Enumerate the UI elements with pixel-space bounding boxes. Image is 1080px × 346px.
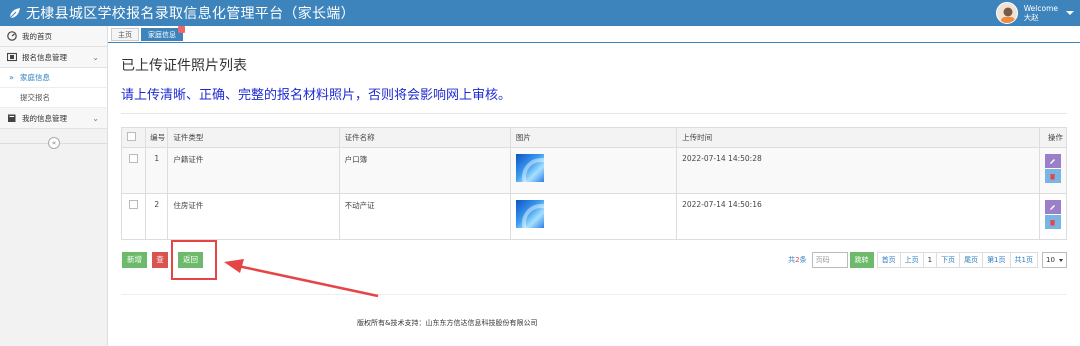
cell-type: 户籍证件 <box>167 147 340 194</box>
select-all-checkbox[interactable] <box>127 132 136 141</box>
edit-button[interactable] <box>1044 154 1061 168</box>
sidebar-subitem-label: 提交报名 <box>20 93 50 102</box>
delete-button[interactable] <box>1044 169 1061 183</box>
cell-no: 1 <box>145 147 169 194</box>
document-thumbnail[interactable] <box>515 200 544 228</box>
cell-type: 住房证件 <box>167 193 340 240</box>
sidebar-item-home[interactable]: 我的首页 <box>0 26 107 47</box>
film-icon <box>6 52 17 63</box>
edit-icon <box>1050 204 1056 210</box>
footer-copyright: 版权所有&技术支持：山东东方信达信息科技股份有限公司 <box>357 319 538 327</box>
chevron-right-icon: » <box>9 73 14 82</box>
document-table: 编号 证件类型 证件名称 图片 上传时间 操作 1 户籍证件 户口簿 2022-… <box>120 127 1068 240</box>
row-checkbox[interactable] <box>129 154 139 163</box>
user-greeting: Welcome 大赵 <box>1024 4 1058 22</box>
tab-family-info[interactable]: 家庭信息 <box>141 26 185 41</box>
tab-bar: 主页 家庭信息 <box>111 26 185 42</box>
tab-label: 主页 <box>118 31 132 39</box>
total-suffix: 条 <box>799 256 807 264</box>
page-size-select[interactable]: 10 <box>1042 252 1067 268</box>
table-header-row: 编号 证件类型 证件名称 图片 上传时间 操作 <box>120 127 1068 148</box>
chevron-down-icon[interactable] <box>1066 11 1074 15</box>
col-header-name[interactable]: 证件名称 <box>338 127 511 148</box>
col-header-no[interactable]: 编号 <box>145 127 169 148</box>
page-number-input[interactable]: 页码 <box>811 252 848 268</box>
divider <box>121 294 1067 295</box>
last-page-button[interactable]: 尾页 <box>959 252 984 268</box>
row-select-cell <box>120 193 147 240</box>
sidebar-subitem-family-info[interactable]: » 家庭信息 <box>0 68 107 88</box>
sidebar: 我的首页 报名信息管理 ⌄ » 家庭信息 提交报名 我的信息管理 ⌄ « <box>0 26 108 346</box>
delete-selected-button[interactable]: 查 <box>152 252 168 268</box>
edit-button[interactable] <box>1044 200 1061 214</box>
jump-button[interactable]: 跳转 <box>849 252 874 268</box>
total-pages: 共1页 <box>1009 252 1038 268</box>
avatar[interactable] <box>995 2 1018 24</box>
cell-time: 2022-07-14 14:50:16 <box>676 193 1040 240</box>
page-title: 已上传证件照片列表 <box>121 58 247 74</box>
cell-actions <box>1038 147 1068 194</box>
app-title: 无棣县城区学校报名录取信息化管理平台（家长端） <box>26 6 355 22</box>
page-info: 第1页 <box>982 252 1011 268</box>
cell-name: 户口簿 <box>338 147 511 194</box>
close-icon[interactable] <box>178 26 185 33</box>
delete-button[interactable] <box>1044 215 1061 229</box>
welcome-text: Welcome <box>1023 4 1058 13</box>
row-checkbox[interactable] <box>129 200 139 209</box>
add-button[interactable]: 新增 <box>122 252 147 268</box>
collapse-sidebar-icon[interactable]: « <box>48 137 60 149</box>
leaf-logo-icon <box>6 5 22 21</box>
table-row: 1 户籍证件 户口簿 2022-07-14 14:50:28 <box>120 147 1068 194</box>
edit-icon <box>1050 158 1056 164</box>
sidebar-item-label: 我的首页 <box>22 31 52 41</box>
trash-icon <box>1050 219 1056 225</box>
book-icon <box>6 113 17 124</box>
sidebar-item-label: 报名信息管理 <box>22 52 67 62</box>
upload-notice: 请上传清晰、正确、完整的报名材料照片，否则将会影响网上审核。 <box>121 88 512 103</box>
divider <box>121 113 1067 114</box>
cell-actions <box>1038 193 1068 240</box>
chevron-down-icon[interactable]: ⌄ <box>92 53 99 62</box>
trash-icon <box>1050 173 1056 179</box>
chevron-down-icon[interactable]: ⌄ <box>92 114 99 123</box>
next-page-button[interactable]: 下页 <box>936 252 961 268</box>
col-header-type[interactable]: 证件类型 <box>167 127 340 148</box>
cell-image <box>509 147 678 194</box>
sidebar-subitem-submit[interactable]: 提交报名 <box>0 88 107 108</box>
pagination: 共2条 页码 跳转 首页 上页 1 下页 尾页 第1页 共1页 10 <box>788 252 1067 268</box>
table-row: 2 住房证件 不动产证 2022-07-14 14:50:16 <box>120 193 1068 240</box>
cell-image <box>509 193 678 240</box>
col-header-actions: 操作 <box>1038 127 1068 148</box>
cell-no: 2 <box>145 193 169 240</box>
dashboard-icon <box>6 31 17 42</box>
select-all-cell <box>120 127 147 148</box>
cell-name: 不动产证 <box>338 193 511 240</box>
top-bar: 无棣县城区学校报名录取信息化管理平台（家长端） Welcome 大赵 <box>0 0 1080 26</box>
cell-time: 2022-07-14 14:50:28 <box>676 147 1040 194</box>
user-name: 大赵 <box>1023 13 1039 22</box>
total-count: 共2条 <box>788 255 806 265</box>
annotation-highlight-box <box>171 240 217 280</box>
sidebar-item-registration[interactable]: 报名信息管理 ⌄ <box>0 47 107 68</box>
row-select-cell <box>120 147 147 194</box>
first-page-button[interactable]: 首页 <box>876 252 901 268</box>
sidebar-item-label: 我的信息管理 <box>22 113 67 123</box>
divider <box>108 42 1080 43</box>
sidebar-subitem-label: 家庭信息 <box>20 73 50 82</box>
tab-label: 家庭信息 <box>148 31 176 39</box>
prev-page-button[interactable]: 上页 <box>899 252 924 268</box>
tab-home[interactable]: 主页 <box>111 28 139 41</box>
col-header-time[interactable]: 上传时间 <box>676 127 1040 148</box>
current-page[interactable]: 1 <box>922 252 938 268</box>
user-menu[interactable]: Welcome 大赵 <box>995 0 1074 26</box>
document-thumbnail[interactable] <box>515 154 544 182</box>
col-header-image[interactable]: 图片 <box>509 127 678 148</box>
sidebar-item-my-info[interactable]: 我的信息管理 ⌄ <box>0 108 107 129</box>
